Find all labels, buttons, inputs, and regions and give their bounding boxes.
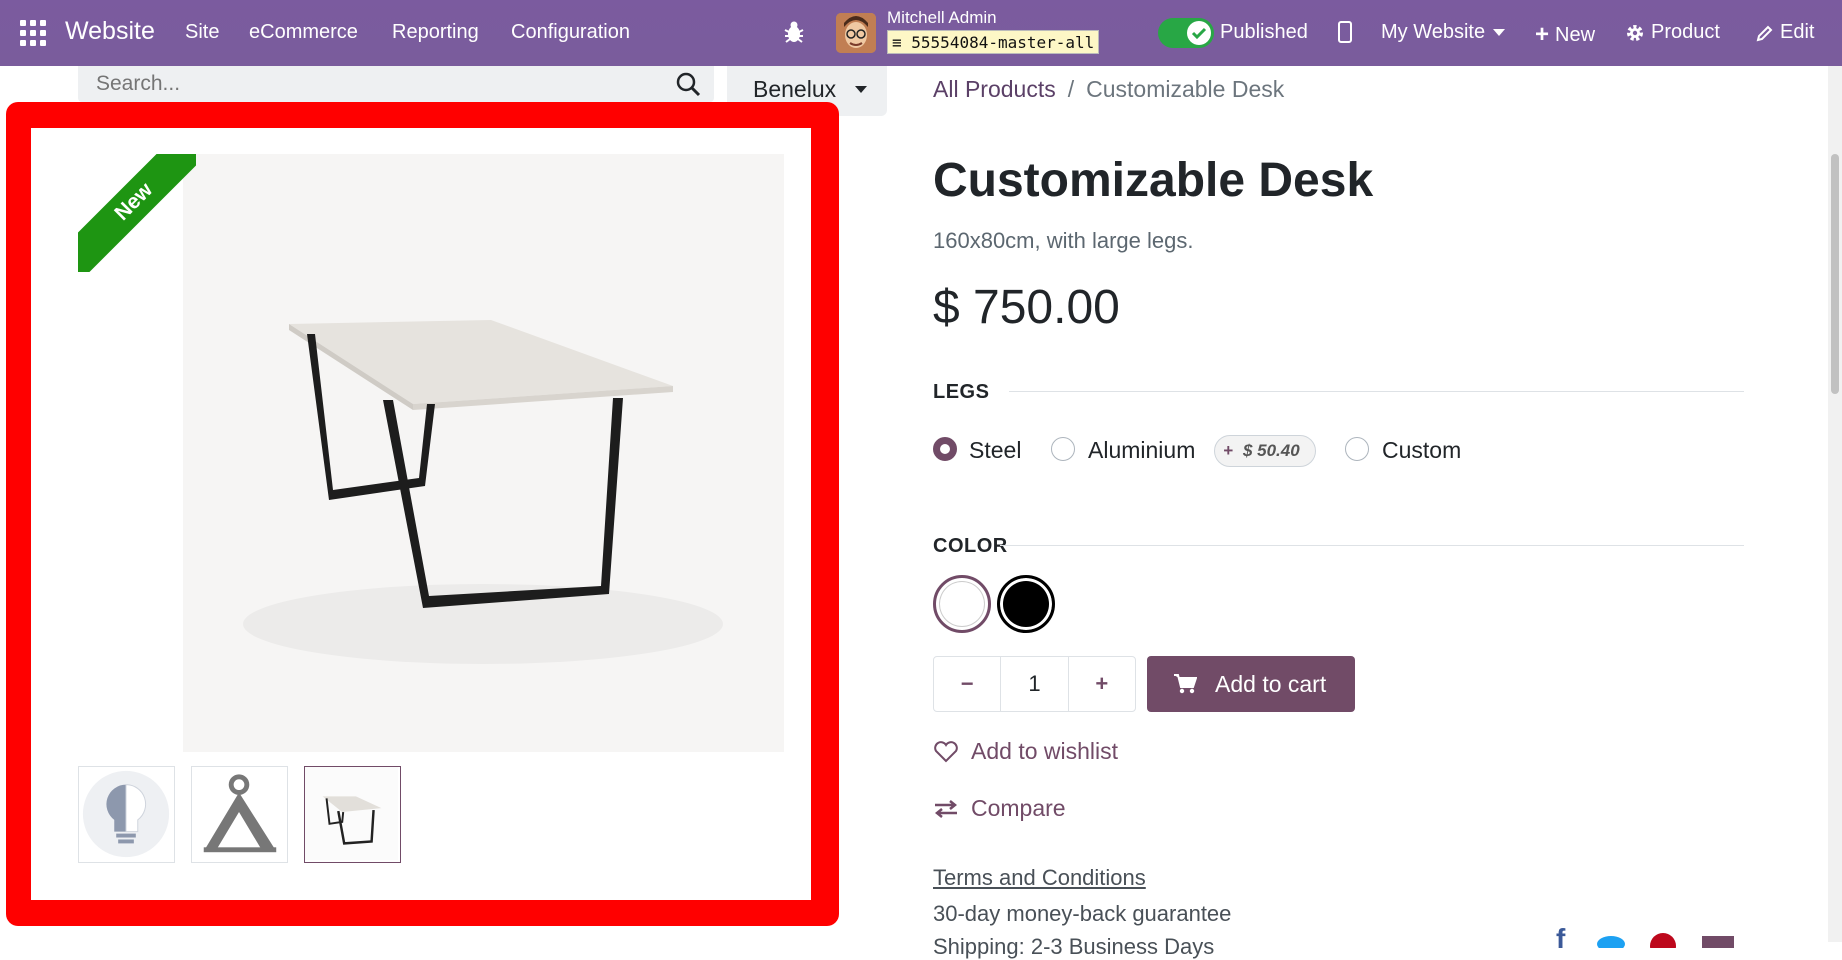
- menu-reporting[interactable]: Reporting: [392, 21, 479, 44]
- product-title: Customizable Desk: [933, 154, 1374, 207]
- legs-attribute-label: LEGS: [933, 381, 990, 403]
- product-search: [78, 66, 714, 102]
- top-navbar: Website Site eCommerce Reporting Configu…: [0, 0, 1842, 66]
- exchange-icon: [934, 799, 958, 818]
- color-black-swatch[interactable]: [997, 575, 1055, 633]
- user-avatar[interactable]: [836, 13, 876, 53]
- user-name[interactable]: Mitchell Admin: [887, 8, 997, 28]
- ribbon-label: New: [78, 154, 196, 272]
- legs-custom-label[interactable]: Custom: [1382, 437, 1461, 464]
- thumbnail-lightbulb[interactable]: [78, 766, 175, 863]
- website-switcher-label: My Website: [1381, 21, 1486, 43]
- guarantee-text: 30-day money-back guarantee: [933, 901, 1232, 926]
- publish-toggle[interactable]: [1158, 18, 1214, 48]
- color-divider: [1000, 545, 1744, 546]
- twitter-icon[interactable]: [1593, 928, 1629, 948]
- pencil-icon: [1756, 25, 1773, 41]
- thumbnail-desk[interactable]: [304, 766, 401, 863]
- scrollbar[interactable]: [1828, 66, 1842, 942]
- facebook-icon[interactable]: f: [1550, 928, 1586, 948]
- website-switcher[interactable]: My Website: [1381, 21, 1506, 44]
- cart-icon: [1174, 674, 1197, 694]
- compare-link[interactable]: Compare: [933, 795, 1066, 822]
- email-icon[interactable]: [1700, 928, 1736, 948]
- minus-icon: −: [960, 671, 974, 696]
- add-to-cart-button[interactable]: Add to cart: [1147, 656, 1355, 712]
- search-icon[interactable]: [674, 70, 704, 98]
- plus-icon: +: [1095, 671, 1109, 696]
- plus-icon: +: [1535, 21, 1550, 48]
- check-icon: [1187, 21, 1211, 45]
- legs-steel-label[interactable]: Steel: [969, 437, 1021, 464]
- wishlist-label: Add to wishlist: [971, 738, 1119, 764]
- add-to-cart-label: Add to cart: [1215, 670, 1327, 697]
- edit-button[interactable]: Edit: [1756, 21, 1814, 44]
- legs-divider: [1009, 391, 1744, 392]
- menu-configuration[interactable]: Configuration: [511, 21, 630, 44]
- chevron-down-icon: [1493, 29, 1506, 36]
- heart-icon: [934, 740, 958, 762]
- database-badge: ≡ 55554084-master-all: [887, 30, 1100, 54]
- legs-steel-radio[interactable]: [933, 437, 957, 461]
- new-button[interactable]: + New: [1535, 21, 1595, 49]
- terms-link[interactable]: Terms and Conditions: [933, 865, 1146, 891]
- bug-icon[interactable]: [783, 20, 805, 44]
- product-main-image[interactable]: [183, 154, 784, 752]
- legs-custom-radio[interactable]: [1345, 437, 1369, 461]
- published-label[interactable]: Published: [1220, 21, 1308, 44]
- menu-ecommerce[interactable]: eCommerce: [249, 21, 358, 44]
- chevron-down-icon: [854, 86, 867, 93]
- compare-label: Compare: [971, 795, 1066, 821]
- legs-aluminium-radio[interactable]: [1051, 437, 1075, 461]
- breadcrumb: All Products / Customizable Desk: [933, 76, 1284, 103]
- extra-price-sign: +: [1223, 441, 1233, 460]
- minus-button[interactable]: −: [934, 657, 1000, 711]
- product-button[interactable]: Product: [1625, 21, 1720, 44]
- quantity-input[interactable]: 1: [1000, 657, 1069, 711]
- color-white-swatch[interactable]: [933, 575, 991, 633]
- pricelist-label: Benelux: [753, 76, 837, 102]
- shipping-text: Shipping: 2-3 Business Days: [933, 934, 1215, 959]
- mobile-preview-icon[interactable]: [1338, 21, 1352, 43]
- apps-menu-icon[interactable]: [20, 20, 46, 46]
- color-attribute-label: COLOR: [933, 535, 1008, 557]
- edit-button-label: Edit: [1780, 21, 1815, 43]
- plus-button[interactable]: +: [1069, 657, 1135, 711]
- pinterest-icon[interactable]: [1645, 928, 1681, 948]
- extra-price-value: $ 50.40: [1242, 441, 1300, 460]
- breadcrumb-current: Customizable Desk: [1086, 76, 1285, 102]
- add-to-wishlist-link[interactable]: Add to wishlist: [933, 738, 1118, 765]
- breadcrumb-separator: /: [1067, 76, 1075, 102]
- breadcrumb-all-products[interactable]: All Products: [933, 76, 1056, 102]
- quantity-stepper: − 1 +: [933, 656, 1136, 712]
- product-button-label: Product: [1651, 21, 1720, 43]
- gear-icon: [1627, 24, 1643, 41]
- database-icon: ≡: [892, 33, 902, 52]
- menu-site[interactable]: Site: [185, 21, 219, 44]
- legs-aluminium-label[interactable]: Aluminium: [1088, 437, 1195, 464]
- search-input[interactable]: [78, 66, 648, 102]
- new-button-label: New: [1555, 23, 1596, 46]
- product-description: 160x80cm, with large legs.: [933, 228, 1194, 253]
- aluminium-extra-price: + $ 50.40: [1214, 435, 1316, 467]
- app-brand[interactable]: Website: [65, 17, 155, 46]
- svg-text:f: f: [1556, 928, 1566, 948]
- thumbnail-geometry[interactable]: [191, 766, 288, 863]
- product-price: $ 750.00: [933, 281, 1120, 334]
- new-ribbon: New: [78, 154, 196, 272]
- database-name: 55554084-master-all: [911, 33, 1095, 52]
- scrollbar-thumb[interactable]: [1831, 154, 1839, 394]
